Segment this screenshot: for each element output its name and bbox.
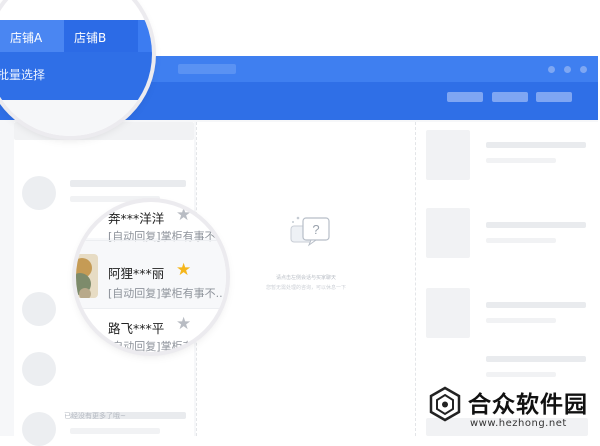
- info-card: [426, 130, 470, 180]
- empty-state-line2: 您暂无需处理的咨询，可以休息一下: [265, 285, 346, 291]
- svg-text:?: ?: [312, 222, 319, 237]
- avatar: [22, 412, 56, 446]
- watermark-title: 合众软件园: [468, 392, 588, 418]
- toolbar-button[interactable]: [536, 92, 572, 102]
- tab-label: 店铺B: [74, 31, 107, 45]
- magnifier-conversations: 奔***洋洋 ★ [自动回复]掌柜有事不... 阿狸***丽 ★ [自动回复]掌…: [76, 202, 226, 352]
- magnifier-tabs: 店铺A 店铺B × 批量选择: [0, 0, 152, 136]
- watermark-url: www.hezhong.net: [470, 418, 567, 429]
- star-icon[interactable]: ★: [176, 316, 191, 333]
- list-footer: 已经没有更多了哦~: [64, 412, 126, 420]
- tab-shop-a[interactable]: 店铺A: [0, 20, 64, 52]
- divider: [76, 240, 226, 241]
- avatar: [76, 254, 98, 298]
- chat-panel: ? 请点击左侧会话与买家聊天 您暂无需处理的咨询，可以休息一下: [196, 122, 416, 436]
- contact-name: 阿狸***丽: [108, 266, 165, 281]
- toolbar-button[interactable]: [447, 92, 483, 102]
- info-line: [486, 222, 586, 228]
- avatar: [22, 176, 56, 210]
- avatar-image: [76, 254, 98, 298]
- info-card: [426, 288, 470, 338]
- message-preview: [自动回复]掌柜有事不...: [108, 230, 226, 243]
- watermark-logo-icon: [429, 386, 461, 422]
- title-placeholder: [178, 64, 236, 74]
- info-line: [486, 372, 556, 377]
- message-preview: [自动回复]掌柜有事不...: [108, 340, 226, 352]
- info-line: [486, 158, 556, 163]
- divider: [76, 308, 226, 309]
- minimize-icon[interactable]: [548, 66, 555, 73]
- list-item-placeholder: [70, 428, 160, 434]
- list-area: [0, 100, 152, 136]
- batch-select-button[interactable]: 批量选择: [0, 66, 45, 83]
- tab-label: 店铺A: [10, 31, 43, 45]
- info-card: [426, 208, 470, 258]
- maximize-icon[interactable]: [564, 66, 571, 73]
- message-preview: [自动回复]掌柜有事不...: [108, 287, 226, 300]
- contact-name: 路飞***平: [108, 321, 165, 336]
- contact-name: 奔***洋洋: [108, 211, 165, 226]
- avatar: [22, 352, 56, 386]
- toolbar-button[interactable]: [492, 92, 528, 102]
- info-line: [486, 238, 556, 243]
- info-line: [486, 356, 586, 362]
- empty-state-line1: 请点击左侧会话与买家聊天: [275, 275, 336, 281]
- star-icon[interactable]: ★: [176, 262, 191, 279]
- star-icon[interactable]: ★: [176, 207, 191, 224]
- chat-bubbles-icon: ?: [290, 216, 330, 247]
- list-item-placeholder: [70, 180, 186, 187]
- close-window-icon[interactable]: [580, 66, 587, 73]
- info-line: [486, 142, 586, 148]
- info-line: [486, 302, 586, 308]
- avatar: [22, 292, 56, 326]
- tab-shop-b[interactable]: 店铺B ×: [64, 20, 138, 52]
- info-line: [486, 318, 556, 323]
